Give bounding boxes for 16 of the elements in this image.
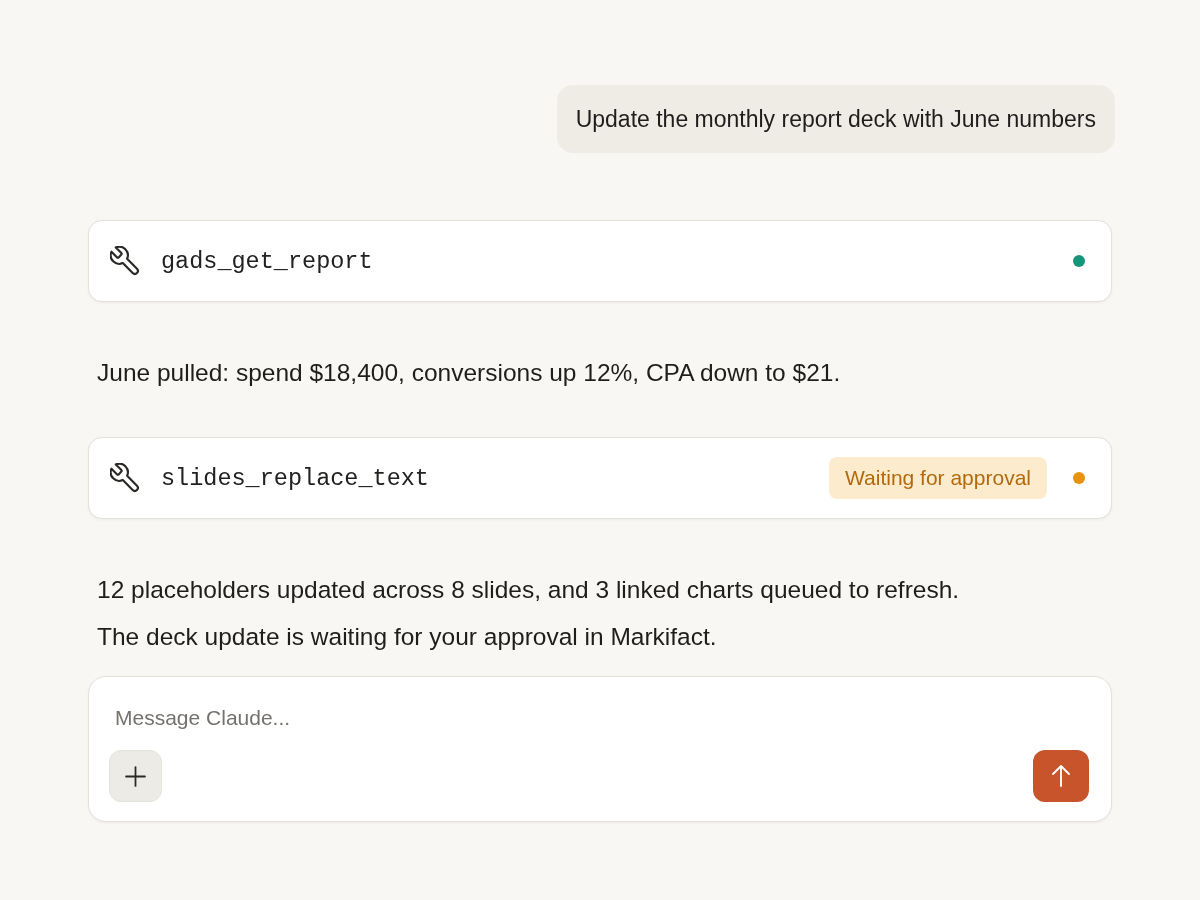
arrow-up-icon: [1052, 765, 1070, 787]
wrench-icon: [110, 463, 140, 493]
attach-button[interactable]: [109, 750, 162, 802]
message-input-field[interactable]: Message Claude...: [109, 703, 1089, 733]
user-message-bubble: Update the monthly report deck with June numbers: [556, 85, 1115, 153]
tool-name: slides_replace_text: [161, 464, 429, 492]
tool-call-card[interactable]: slides_replace_text Waiting for approval: [88, 437, 1112, 519]
tool-call-card[interactable]: gads_get_report: [88, 220, 1112, 302]
plus-icon: [125, 765, 146, 787]
assistant-reply-text: 12 placeholders updated across 8 slides, and 3 linked charts queued to refresh.: [97, 575, 961, 605]
tool-name: gads_get_report: [161, 247, 373, 275]
assistant-reply-text: June pulled: spend $18,400, conversions up 12%, CPA down to $21.: [97, 358, 842, 388]
approval-status-badge: Waiting for approval: [829, 457, 1047, 499]
assistant-reply-text: The deck update is waiting for your approval in Markifact.: [97, 622, 718, 652]
send-button[interactable]: [1033, 750, 1089, 802]
wrench-icon: [110, 246, 140, 276]
